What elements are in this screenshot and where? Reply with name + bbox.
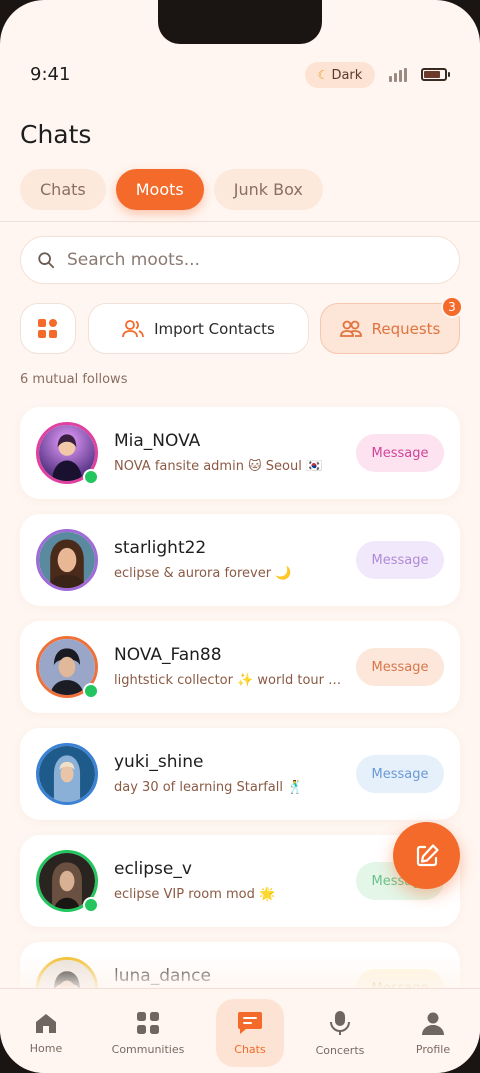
notch <box>158 0 322 44</box>
grid-icon <box>38 318 57 338</box>
contact-card[interactable]: NOVA_Fan88 lightstick collector ✨ world … <box>20 621 460 713</box>
contact-name: NOVA_Fan88 <box>114 645 222 665</box>
message-button[interactable]: Message <box>356 755 444 793</box>
contact-card[interactable]: yuki_shine day 30 of learning Starfall 🕺… <box>20 728 460 820</box>
nav-communities[interactable]: Communities <box>111 999 185 1067</box>
contact-name: starlight22 <box>114 538 207 558</box>
online-indicator <box>83 897 99 913</box>
contact-name: luna_dance <box>114 966 211 986</box>
contact-status: day 30 of learning Starfall 🕺 <box>114 780 304 795</box>
chat-icon <box>238 1011 262 1034</box>
microphone-icon <box>330 1010 350 1035</box>
chat-tabs: Chats Moots Junk Box <box>20 169 323 210</box>
search-bar <box>20 236 460 284</box>
contact-status: NOVA fansite admin 🐱 Seoul 🇰🇷 <box>114 459 323 474</box>
group-chat-button[interactable] <box>20 303 76 354</box>
battery-icon <box>421 68 450 81</box>
search-input[interactable] <box>67 250 427 270</box>
tab-moots[interactable]: Moots <box>115 169 204 210</box>
action-row: Import Contacts Requests 3 <box>20 296 463 354</box>
users-icon <box>122 319 145 337</box>
dark-mode-label: Dark <box>331 67 363 83</box>
nav-home[interactable]: Home <box>12 999 80 1067</box>
message-button[interactable]: Message <box>356 541 444 579</box>
nav-profile[interactable]: Profile <box>399 999 467 1067</box>
users-request-icon <box>339 320 362 337</box>
signal-icon <box>389 68 407 82</box>
bottom-nav: Home Communities Chats Concerts Profile <box>0 988 480 1073</box>
nav-home-label: Home <box>29 1041 63 1055</box>
avatar <box>36 529 98 591</box>
status-bar: 9:41 ☾ Dark <box>0 62 480 90</box>
search-icon <box>38 252 55 269</box>
import-contacts-button[interactable]: Import Contacts <box>88 303 309 354</box>
contact-name: eclipse_v <box>114 859 192 879</box>
requests-label: Requests <box>371 319 441 338</box>
contact-name: yuki_shine <box>114 752 204 772</box>
divider <box>0 221 480 222</box>
nav-communities-label: Communities <box>111 1042 185 1056</box>
nav-chats-label: Chats <box>234 1042 266 1056</box>
profile-icon <box>422 1012 444 1035</box>
contact-status: lightstick collector ✨ world tour ready <box>114 673 342 688</box>
nav-chats[interactable]: Chats <box>216 999 284 1067</box>
import-contacts-label: Import Contacts <box>154 319 275 338</box>
nav-profile-label: Profile <box>415 1042 451 1056</box>
online-indicator <box>83 683 99 699</box>
message-button[interactable]: Message <box>356 434 444 472</box>
message-button[interactable]: Message <box>356 648 444 686</box>
mutual-follows-count: 6 mutual follows <box>20 372 128 387</box>
nav-concerts-label: Concerts <box>315 1043 365 1057</box>
requests-button[interactable]: Requests 3 <box>320 296 463 354</box>
contact-card[interactable]: starlight22 eclipse & aurora forever 🌙 M… <box>20 514 460 606</box>
requests-count-badge: 3 <box>441 296 463 318</box>
nav-concerts[interactable]: Concerts <box>306 999 374 1067</box>
contact-status: eclipse & aurora forever 🌙 <box>114 566 292 581</box>
moon-icon: ☾ <box>317 68 329 82</box>
contact-card[interactable]: Mia_NOVA NOVA fansite admin 🐱 Seoul 🇰🇷 M… <box>20 407 460 499</box>
page-title: Chats <box>20 120 92 149</box>
home-icon <box>36 1013 56 1033</box>
compose-button[interactable] <box>393 822 460 889</box>
contact-status: eclipse VIP room mod 🌟 <box>114 887 276 902</box>
edit-icon <box>416 843 439 866</box>
tab-chats[interactable]: Chats <box>20 169 106 210</box>
contact-name: Mia_NOVA <box>114 431 201 451</box>
dark-mode-toggle[interactable]: ☾ Dark <box>305 62 375 88</box>
online-indicator <box>83 469 99 485</box>
phone-screen: 9:41 ☾ Dark Chats Chats Moots Junk Box S… <box>0 0 480 1073</box>
status-time: 9:41 <box>30 64 71 85</box>
avatar <box>36 743 98 805</box>
tab-junk-box[interactable]: Junk Box <box>213 169 323 210</box>
grid-icon <box>137 1011 159 1034</box>
